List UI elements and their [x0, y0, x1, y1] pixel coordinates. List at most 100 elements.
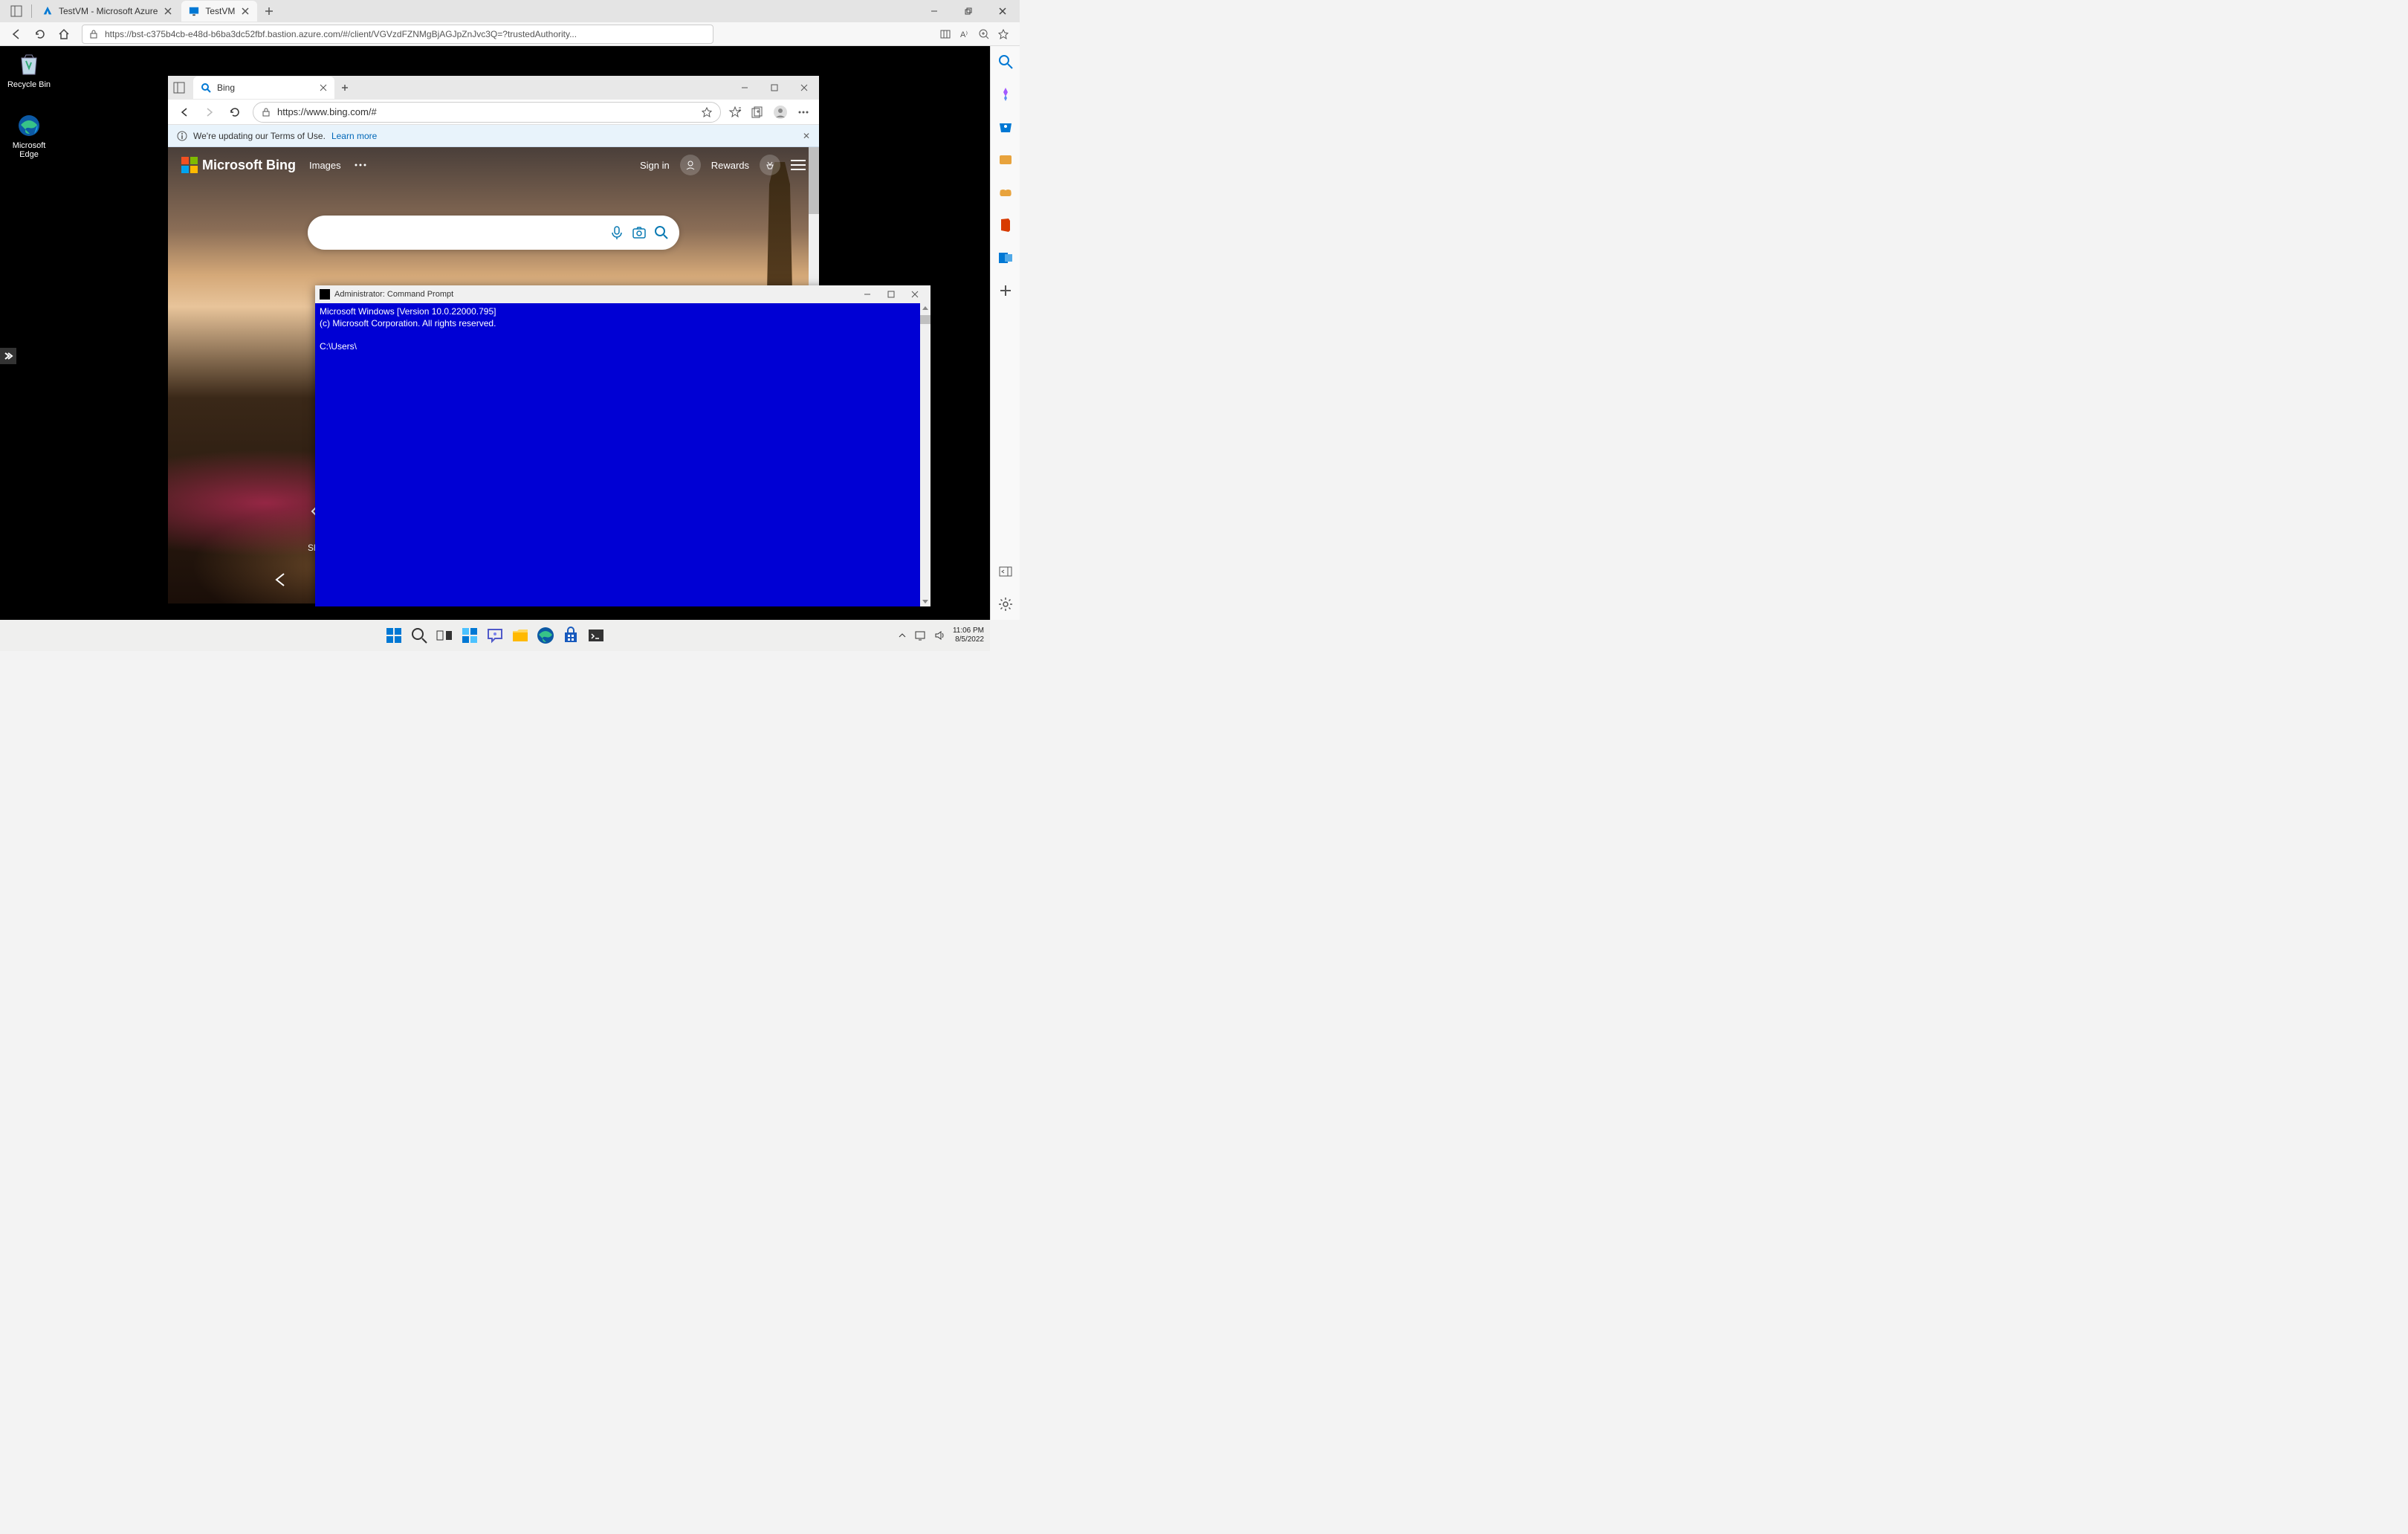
translate-icon[interactable]: [939, 28, 951, 40]
close-icon[interactable]: [320, 84, 327, 91]
chat-button[interactable]: [485, 625, 505, 646]
sidebar-settings-icon[interactable]: [997, 596, 1014, 612]
sidebar-add-icon[interactable]: [997, 282, 1014, 299]
minimize-button[interactable]: [730, 76, 760, 100]
search-icon[interactable]: [654, 225, 669, 240]
refresh-button[interactable]: [30, 24, 51, 45]
lock-icon: [88, 29, 99, 39]
bing-search-box[interactable]: [308, 216, 679, 250]
inner-address-bar: https://www.bing.com/#: [168, 100, 819, 125]
file-explorer-button[interactable]: [510, 625, 531, 646]
sidebar-outlook-icon[interactable]: [997, 250, 1014, 266]
maximize-button[interactable]: [880, 287, 902, 302]
edge-button[interactable]: [535, 625, 556, 646]
bing-rewards-icon[interactable]: [760, 155, 780, 175]
carousel-nav-prev-icon[interactable]: [272, 571, 290, 589]
info-icon: [177, 131, 187, 141]
lock-icon: [261, 107, 271, 117]
bing-search-input[interactable]: [318, 227, 602, 239]
refresh-button[interactable]: [224, 102, 245, 123]
more-icon[interactable]: [355, 164, 366, 166]
minimize-button[interactable]: [856, 287, 878, 302]
inner-url-box[interactable]: https://www.bing.com/#: [253, 102, 721, 123]
bing-logo[interactable]: Microsoft Bing: [181, 157, 296, 173]
close-button[interactable]: [904, 287, 926, 302]
close-button[interactable]: [789, 76, 819, 100]
remote-time: 11:06 PM: [953, 627, 984, 635]
sidebar-discover-icon[interactable]: [997, 86, 1014, 103]
collections-icon[interactable]: [751, 106, 764, 119]
bing-rewards-link[interactable]: Rewards: [711, 160, 749, 171]
host-url-box[interactable]: https://bst-c375b4cb-e48d-b6ba3dc52fbf.b…: [82, 25, 713, 44]
inner-tab-title: Bing: [217, 82, 314, 93]
banner-close-button[interactable]: ✕: [803, 131, 810, 141]
vm-icon: [189, 6, 199, 16]
remote-viewport: Recycle Bin Microsoft Edge Bing: [0, 46, 1020, 620]
new-tab-button[interactable]: [259, 1, 279, 22]
reading-icon[interactable]: A⁾: [959, 28, 971, 40]
new-tab-button[interactable]: [334, 83, 355, 92]
inner-tab-bing[interactable]: Bing: [193, 77, 334, 99]
minimize-button[interactable]: [917, 0, 951, 22]
network-icon[interactable]: [914, 630, 926, 641]
azure-icon: [42, 6, 53, 16]
task-view-button[interactable]: [434, 625, 455, 646]
mic-icon[interactable]: [609, 225, 624, 240]
close-button[interactable]: [985, 0, 1020, 22]
search-icon: [201, 82, 211, 93]
host-address-bar: https://bst-c375b4cb-e48d-b6ba3dc52fbf.b…: [0, 22, 1020, 46]
bastion-expand-button[interactable]: [0, 348, 16, 364]
favorites-icon[interactable]: [701, 106, 713, 118]
inner-url-text: https://www.bing.com/#: [277, 106, 695, 117]
cmd-scrollbar[interactable]: [920, 303, 930, 606]
recycle-bin-icon[interactable]: Recycle Bin: [3, 52, 55, 89]
back-button[interactable]: [174, 102, 195, 123]
tabs-panel-icon[interactable]: [173, 82, 185, 94]
zoom-icon[interactable]: [978, 28, 990, 40]
bing-images-link[interactable]: Images: [309, 160, 341, 171]
remote-clock[interactable]: 11:06 PM 8/5/2022: [953, 627, 984, 644]
terminal-button[interactable]: [586, 625, 606, 646]
sidebar-hide-icon[interactable]: [997, 563, 1014, 580]
sidebar-shopping-icon[interactable]: [997, 119, 1014, 135]
sidebar-office-icon[interactable]: [997, 217, 1014, 233]
close-icon[interactable]: [241, 7, 250, 16]
back-button[interactable]: [6, 24, 27, 45]
forward-button[interactable]: [199, 102, 220, 123]
host-tab-vm[interactable]: TestVM: [181, 1, 257, 22]
sidebar-games-icon[interactable]: [997, 184, 1014, 201]
sidebar-tools-icon[interactable]: [997, 152, 1014, 168]
bing-signin-link[interactable]: Sign in: [640, 160, 670, 171]
profile-icon[interactable]: [773, 105, 788, 120]
start-button[interactable]: [383, 625, 404, 646]
sidebar-search-icon[interactable]: [997, 54, 1014, 70]
maximize-button[interactable]: [951, 0, 985, 22]
hamburger-icon[interactable]: [791, 160, 806, 170]
banner-link[interactable]: Learn more: [331, 131, 377, 141]
store-button[interactable]: [560, 625, 581, 646]
close-icon[interactable]: [164, 7, 172, 16]
cmd-body[interactable]: Microsoft Windows [Version 10.0.22000.79…: [315, 303, 930, 355]
search-button[interactable]: [409, 625, 430, 646]
favorites-icon[interactable]: [997, 28, 1009, 40]
favorites-bar-icon[interactable]: [728, 106, 742, 119]
edge-icon[interactable]: Microsoft Edge: [3, 113, 55, 159]
home-button[interactable]: [54, 24, 74, 45]
tabs-panel-icon[interactable]: [10, 5, 22, 17]
bing-info-banner: We're updating our Terms of Use. Learn m…: [168, 125, 819, 147]
sound-icon[interactable]: [933, 630, 945, 641]
cmd-titlebar[interactable]: Administrator: Command Prompt: [315, 285, 930, 303]
bing-avatar-icon[interactable]: [680, 155, 701, 175]
chevron-up-icon[interactable]: [898, 631, 907, 640]
command-prompt-window: Administrator: Command Prompt Microsoft …: [315, 285, 930, 606]
inner-edge-titlebar[interactable]: Bing: [168, 76, 819, 100]
more-icon[interactable]: [797, 106, 810, 119]
remote-taskbar: 11:06 PM 8/5/2022: [0, 620, 990, 651]
maximize-button[interactable]: [760, 76, 789, 100]
host-tab-azure[interactable]: TestVM - Microsoft Azure: [35, 1, 180, 22]
edge-sidebar: [990, 46, 1020, 620]
remote-taskbar-apps: [383, 625, 606, 646]
widgets-button[interactable]: [459, 625, 480, 646]
cmd-title: Administrator: Command Prompt: [334, 290, 453, 299]
camera-icon[interactable]: [632, 225, 647, 240]
